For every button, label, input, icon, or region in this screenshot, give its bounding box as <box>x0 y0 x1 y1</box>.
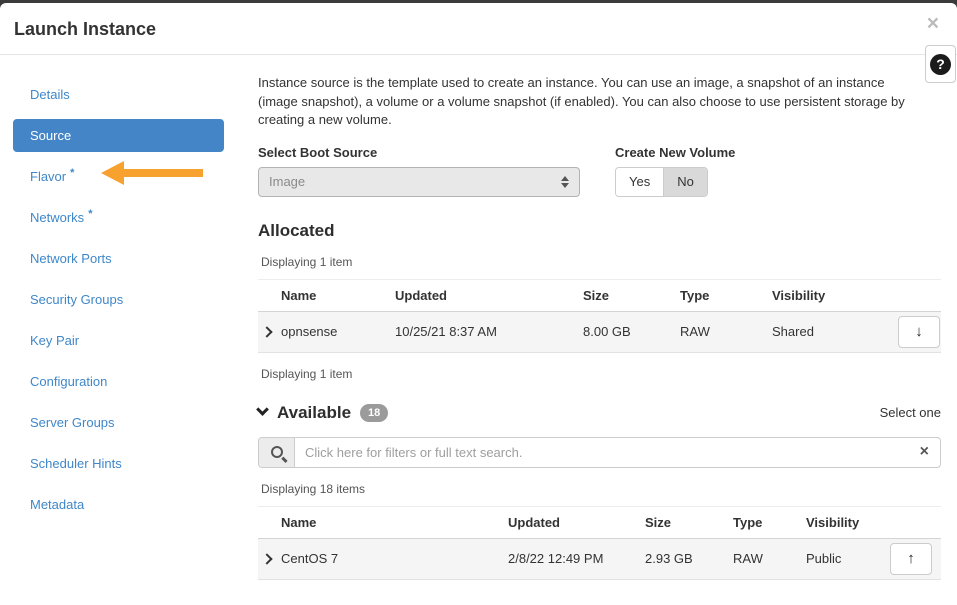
boot-source-selected-value: Image <box>269 174 305 189</box>
column-header-visibility: Visibility <box>806 506 890 538</box>
sidebar-item-label: Key Pair <box>30 333 79 348</box>
cell-updated: 10/25/21 8:37 AM <box>395 311 583 352</box>
sidebar-item-source[interactable]: Source <box>13 119 224 152</box>
create-new-volume-toggle: Yes No <box>615 167 708 197</box>
deallocate-button[interactable]: ↓ <box>898 316 940 348</box>
sidebar-item-key-pair[interactable]: Key Pair <box>13 324 224 357</box>
page-title: Launch Instance <box>14 19 156 40</box>
select-one-hint: Select one <box>880 405 941 420</box>
help-button[interactable]: ? <box>925 45 956 83</box>
sidebar-item-label: Security Groups <box>30 292 123 307</box>
column-header-size: Size <box>645 506 733 538</box>
boot-source-label: Select Boot Source <box>258 145 580 160</box>
boot-source-field: Select Boot Source Image <box>258 145 580 197</box>
create-new-volume-label: Create New Volume <box>615 145 735 160</box>
cell-type: RAW <box>733 538 806 579</box>
cell-visibility: Shared <box>772 311 898 352</box>
sidebar-item-network-ports[interactable]: Network Ports <box>13 242 224 275</box>
column-header-updated: Updated <box>508 506 645 538</box>
sidebar-item-details[interactable]: Details <box>13 78 224 111</box>
allocated-header-row: Name Updated Size Type Visibility <box>258 279 941 311</box>
clear-search-icon[interactable]: × <box>909 438 940 467</box>
volume-yes-button[interactable]: Yes <box>616 168 664 196</box>
create-new-volume-field: Create New Volume Yes No <box>615 145 735 197</box>
sidebar-item-label: Metadata <box>30 497 84 512</box>
up-arrow-icon: ↑ <box>907 550 915 567</box>
available-header-row: Name Updated Size Type Visibility <box>258 506 941 538</box>
column-header-visibility: Visibility <box>772 279 898 311</box>
cell-updated: 2/8/22 12:49 PM <box>508 538 645 579</box>
available-table: Name Updated Size Type Visibility CentOS… <box>258 506 941 580</box>
cell-name: opnsense <box>281 311 395 352</box>
wizard-sidebar: Details Source Flavor * Networks * Netwo… <box>13 78 224 529</box>
column-header-type: Type <box>680 279 772 311</box>
allocated-heading: Allocated <box>258 221 941 241</box>
sidebar-item-scheduler-hints[interactable]: Scheduler Hints <box>13 447 224 480</box>
question-circle-icon: ? <box>930 54 951 75</box>
cell-type: RAW <box>680 311 772 352</box>
cell-size: 2.93 GB <box>645 538 733 579</box>
available-heading: Available <box>277 403 351 423</box>
sidebar-item-metadata[interactable]: Metadata <box>13 488 224 521</box>
sidebar-item-label: Flavor <box>30 169 66 184</box>
column-header-size: Size <box>583 279 680 311</box>
allocated-table: Name Updated Size Type Visibility opnsen… <box>258 279 941 353</box>
sidebar-item-label: Configuration <box>30 374 107 389</box>
sidebar-item-security-groups[interactable]: Security Groups <box>13 283 224 316</box>
column-header-type: Type <box>733 506 806 538</box>
expand-row-icon[interactable] <box>261 326 272 337</box>
expand-row-icon[interactable] <box>261 553 272 564</box>
sidebar-item-label: Source <box>30 128 71 143</box>
sidebar-item-label: Network Ports <box>30 251 112 266</box>
sidebar-item-label: Details <box>30 87 70 102</box>
search-input[interactable] <box>295 438 909 467</box>
sidebar-item-label: Server Groups <box>30 415 115 430</box>
required-asterisk: * <box>70 167 74 179</box>
sidebar-item-networks[interactable]: Networks * <box>13 201 224 234</box>
sidebar-item-label: Networks <box>30 210 84 225</box>
modal-header: Launch Instance × <box>0 3 957 55</box>
allocated-count-bottom: Displaying 1 item <box>261 367 941 381</box>
allocated-count-top: Displaying 1 item <box>261 255 941 269</box>
cell-size: 8.00 GB <box>583 311 680 352</box>
available-count: Displaying 18 items <box>261 482 941 496</box>
source-step-content: Instance source is the template used to … <box>258 74 941 580</box>
allocate-button[interactable]: ↑ <box>890 543 932 575</box>
arrow-bar <box>121 169 203 177</box>
step-description: Instance source is the template used to … <box>258 74 918 130</box>
column-header-updated: Updated <box>395 279 583 311</box>
column-header-name: Name <box>281 506 508 538</box>
volume-no-button[interactable]: No <box>664 168 707 196</box>
boot-source-select[interactable]: Image <box>258 167 580 197</box>
sidebar-item-configuration[interactable]: Configuration <box>13 365 224 398</box>
required-asterisk: * <box>88 208 92 220</box>
boot-source-form-row: Select Boot Source Image Create New Volu… <box>258 145 941 197</box>
filter-search-bar: × <box>258 437 941 468</box>
sidebar-item-label: Scheduler Hints <box>30 456 122 471</box>
annotation-arrow-icon <box>101 161 203 185</box>
select-stepper-icon <box>561 176 569 188</box>
sidebar-item-server-groups[interactable]: Server Groups <box>13 406 224 439</box>
table-row[interactable]: CentOS 7 2/8/22 12:49 PM 2.93 GB RAW Pub… <box>258 538 941 579</box>
down-arrow-icon: ↓ <box>915 323 923 340</box>
available-count-badge: 18 <box>360 404 388 422</box>
launch-instance-modal: Launch Instance × ? Details Source Flavo… <box>0 3 957 605</box>
cell-name: CentOS 7 <box>281 538 508 579</box>
column-header-name: Name <box>281 279 395 311</box>
close-icon[interactable]: × <box>927 13 939 34</box>
available-header-row: Available 18 Select one <box>258 403 941 423</box>
collapse-section-icon[interactable] <box>256 403 269 416</box>
search-addon <box>259 438 295 467</box>
cell-visibility: Public <box>806 538 890 579</box>
table-row[interactable]: opnsense 10/25/21 8:37 AM 8.00 GB RAW Sh… <box>258 311 941 352</box>
search-icon <box>271 446 283 458</box>
